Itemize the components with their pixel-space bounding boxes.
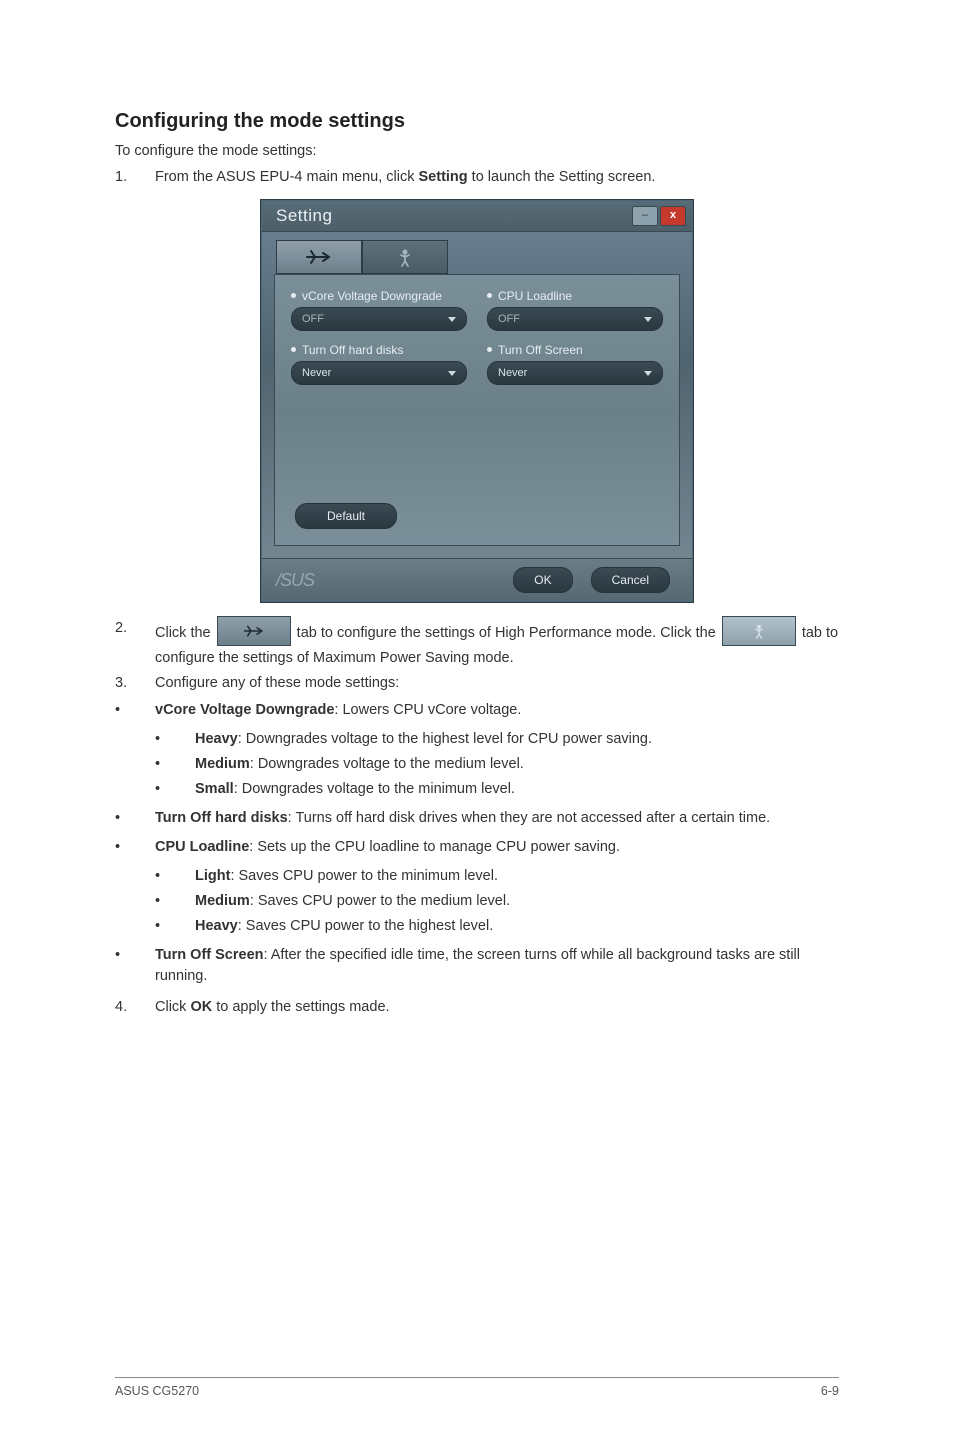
b1s2-desc: : Downgrades voltage to the medium level… (250, 756, 524, 772)
b1s1-term: Heavy (195, 731, 238, 747)
setting-dialog: Setting – x vCore Voltage D (261, 200, 693, 602)
cpu-loadline-label: CPU Loadline (487, 289, 663, 303)
step4-text-c: to apply the settings made. (212, 999, 389, 1015)
hdd-label: Turn Off hard disks (291, 343, 467, 357)
settings-panel: vCore Voltage Downgrade OFF Turn Off har… (274, 274, 680, 546)
airplane-icon (305, 248, 333, 266)
b3-desc: : Sets up the CPU loadline to manage CPU… (249, 839, 620, 855)
bullet-dot: • (115, 700, 155, 721)
footer-left: ASUS CG5270 (115, 1384, 199, 1398)
close-button[interactable]: x (660, 206, 686, 226)
hdd-value: Never (302, 367, 331, 379)
minimize-button[interactable]: – (632, 206, 658, 226)
vcore-value: OFF (302, 313, 324, 325)
default-button[interactable]: Default (295, 503, 397, 529)
bullet-dot: • (115, 808, 155, 829)
intro-text: To configure the mode settings: (115, 143, 839, 159)
step1-text-c: to launch the Setting screen. (468, 169, 656, 185)
vcore-label: vCore Voltage Downgrade (291, 289, 467, 303)
screen-select[interactable]: Never (487, 361, 663, 385)
section-heading: Configuring the mode settings (115, 110, 839, 133)
person-icon (395, 247, 415, 267)
b3s3-desc: : Saves CPU power to the highest level. (238, 918, 494, 934)
bullet-dot: • (115, 837, 155, 858)
bullet-dot: • (155, 779, 195, 800)
bullet-dot: • (155, 866, 195, 887)
cpu-loadline-select[interactable]: OFF (487, 307, 663, 331)
b2-term: Turn Off hard disks (155, 810, 288, 826)
bullet-dot: • (155, 754, 195, 775)
step-body: From the ASUS EPU-4 main menu, click Set… (155, 167, 839, 188)
ps-tab-icon-inline (722, 616, 796, 646)
dialog-titlebar: Setting – x (262, 201, 692, 232)
bullet-body: Light: Saves CPU power to the minimum le… (195, 866, 839, 887)
mode-tabs (262, 232, 692, 274)
step-number: 1. (115, 167, 155, 188)
cpu-loadline-value: OFF (498, 313, 520, 325)
b4-term: Turn Off Screen (155, 947, 264, 963)
ok-button[interactable]: OK (513, 567, 572, 593)
bullet-dot: • (155, 891, 195, 912)
bullet-body: Heavy: Downgrades voltage to the highest… (195, 729, 839, 750)
step2-text-b: tab to configure the settings of High Pe… (297, 625, 720, 641)
bullet-body: Medium: Downgrades voltage to the medium… (195, 754, 839, 775)
dialog-title: Setting (276, 206, 332, 226)
vcore-select[interactable]: OFF (291, 307, 467, 331)
b1-desc: : Lowers CPU vCore voltage. (334, 702, 521, 718)
chevron-down-icon (448, 317, 456, 322)
bullet-dot: • (115, 945, 155, 987)
step-number: 4. (115, 997, 155, 1018)
bullet-body: Small: Downgrades voltage to the minimum… (195, 779, 839, 800)
bullet-body: CPU Loadline: Sets up the CPU loadline t… (155, 837, 839, 858)
b1s3-desc: : Downgrades voltage to the minimum leve… (234, 781, 515, 797)
bullet-body: Medium: Saves CPU power to the medium le… (195, 891, 839, 912)
screen-value: Never (498, 367, 527, 379)
step-body: Configure any of these mode settings: (155, 673, 839, 694)
cancel-button[interactable]: Cancel (591, 567, 670, 593)
bullet-body: Turn Off Screen: After the specified idl… (155, 945, 839, 987)
step1-text-a: From the ASUS EPU-4 main menu, click (155, 169, 419, 185)
b3s1-term: Light (195, 868, 230, 884)
footer-right: 6-9 (821, 1384, 839, 1398)
b1s2-term: Medium (195, 756, 250, 772)
chevron-down-icon (644, 371, 652, 376)
bullet-body: Turn Off hard disks: Turns off hard disk… (155, 808, 839, 829)
asus-logo: /SUS (276, 570, 314, 591)
b3-term: CPU Loadline (155, 839, 249, 855)
step4-text-a: Click (155, 999, 190, 1015)
step4-ok-word: OK (190, 999, 212, 1015)
b1s1-desc: : Downgrades voltage to the highest leve… (238, 731, 652, 747)
step-body: Click OK to apply the settings made. (155, 997, 839, 1018)
hp-tab-icon-inline (217, 616, 291, 646)
b3s2-desc: : Saves CPU power to the medium level. (250, 893, 510, 909)
b3s3-term: Heavy (195, 918, 238, 934)
b1-term: vCore Voltage Downgrade (155, 702, 334, 718)
dialog-footer: /SUS OK Cancel (262, 558, 692, 601)
step-number: 3. (115, 673, 155, 694)
page-footer: ASUS CG5270 6-9 (115, 1377, 839, 1398)
bullet-body: vCore Voltage Downgrade: Lowers CPU vCor… (155, 700, 839, 721)
power-saving-tab[interactable] (362, 240, 448, 274)
chevron-down-icon (644, 317, 652, 322)
step1-setting-word: Setting (419, 169, 468, 185)
bullet-dot: • (155, 729, 195, 750)
step-number: 2. (115, 618, 155, 669)
bullet-body: Heavy: Saves CPU power to the highest le… (195, 916, 839, 937)
b3s1-desc: : Saves CPU power to the minimum level. (230, 868, 498, 884)
bullet-dot: • (155, 916, 195, 937)
high-performance-tab[interactable] (276, 240, 362, 274)
step-body: Click the tab to configure the settings … (155, 618, 839, 669)
b1s3-term: Small (195, 781, 234, 797)
b2-desc: : Turns off hard disk drives when they a… (288, 810, 771, 826)
chevron-down-icon (448, 371, 456, 376)
window-buttons: – x (632, 206, 686, 226)
screen-label: Turn Off Screen (487, 343, 663, 357)
b3s2-term: Medium (195, 893, 250, 909)
hdd-select[interactable]: Never (291, 361, 467, 385)
step2-text-a: Click the (155, 625, 215, 641)
